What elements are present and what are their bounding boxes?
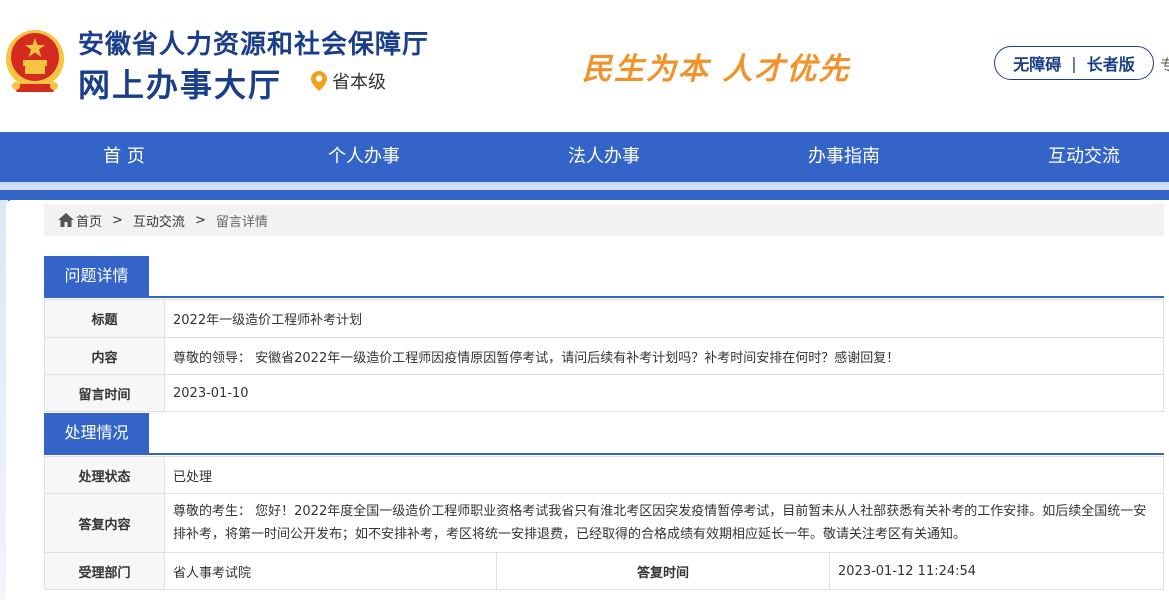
reply-content-label: 答复内容 xyxy=(44,493,165,553)
location-selector[interactable]: 省本级 xyxy=(310,68,386,94)
message-time-value: 2023-01-10 xyxy=(164,374,1164,412)
table-row: 内容 尊敬的领导： 安徽省2022年一级造价工程师因疫情原因暂停考试，请问后续有… xyxy=(44,337,1164,375)
nav-item-corporate[interactable]: 法人办事 xyxy=(542,132,666,182)
main-nav: 首 页 个人办事 法人办事 办事指南 互动交流 xyxy=(0,132,1169,182)
reply-content-value: 尊敬的考生： 您好！2022年度全国一级造价工程师职业资格考试我省只有淮北考区因… xyxy=(164,493,1164,553)
section-title-question: 问题详情 xyxy=(44,256,149,296)
status-label: 处理状态 xyxy=(44,456,165,494)
reply-time-label: 答复时间 xyxy=(496,552,830,590)
divider: | xyxy=(1071,53,1077,73)
department-label: 受理部门 xyxy=(44,552,165,590)
breadcrumb-home-link[interactable]: 首页 xyxy=(76,211,102,230)
breadcrumb-separator: > xyxy=(112,212,123,228)
home-icon xyxy=(58,213,74,227)
slogan: 民生为本 人才优先 xyxy=(582,52,851,87)
question-table: 标题 2022年一级造价工程师补考计划 内容 尊敬的领导： 安徽省2022年一级… xyxy=(44,299,1164,412)
national-emblem-icon xyxy=(6,30,64,92)
content-value: 尊敬的领导： 安徽省2022年一级造价工程师因疫情原因暂停考试，请问后续有补考计… xyxy=(164,337,1164,375)
truncated-glyph: 专 xyxy=(1160,56,1169,75)
nav-item-home[interactable]: 首 页 xyxy=(62,132,186,182)
reply-time-value: 2023-01-12 11:24:54 xyxy=(829,552,1164,590)
elder-mode-button[interactable]: 长者版 xyxy=(1087,51,1135,75)
title-value: 2022年一级造价工程师补考计划 xyxy=(164,299,1164,338)
breadcrumb-separator: > xyxy=(194,212,206,228)
message-time-label: 留言时间 xyxy=(44,374,165,412)
section-divider xyxy=(44,296,1164,298)
handling-table: 处理状态 已处理 答复内容 尊敬的考生： 您好！2022年度全国一级造价工程师职… xyxy=(44,456,1164,590)
site-subtitle: 网上办事大厅 xyxy=(78,66,283,104)
table-row: 留言时间 2023-01-10 xyxy=(44,374,1164,412)
location-label: 省本级 xyxy=(332,72,386,93)
content-label: 内容 xyxy=(44,337,165,375)
accessibility-button[interactable]: 无障碍 xyxy=(1013,51,1061,75)
table-row: 受理部门 省人事考试院 答复时间 2023-01-12 11:24:54 xyxy=(44,552,1164,590)
table-row: 处理状态 已处理 xyxy=(44,456,1164,494)
nav-item-guide[interactable]: 办事指南 xyxy=(782,132,906,182)
department-value: 省人事考试院 xyxy=(164,552,497,590)
nav-item-personal[interactable]: 个人办事 xyxy=(302,132,426,182)
section-divider xyxy=(44,453,1164,455)
breadcrumb-current: 留言详情 xyxy=(215,214,268,230)
table-row: 答复内容 尊敬的考生： 您好！2022年度全国一级造价工程师职业资格考试我省只有… xyxy=(44,493,1164,553)
site-title: 安徽省人力资源和社会保障厅 xyxy=(78,30,430,60)
accessibility-toggle-group: 无障碍 | 长者版 xyxy=(994,46,1154,80)
section-title-handling: 处理情况 xyxy=(44,413,149,453)
breadcrumb-interaction-link[interactable]: 互动交流 xyxy=(133,211,185,230)
title-label: 标题 xyxy=(44,299,165,338)
status-value: 已处理 xyxy=(164,456,1164,494)
table-row: 标题 2022年一级造价工程师补考计划 xyxy=(44,299,1164,338)
nav-item-interaction[interactable]: 互动交流 xyxy=(1022,132,1146,182)
location-pin-icon xyxy=(311,71,327,91)
breadcrumb: 首页 > 互动交流 > 留言详情 xyxy=(44,204,1164,236)
site-header: 安徽省人力资源和社会保障厅 网上办事大厅 省本级 民生为本 人才优先 无障碍 |… xyxy=(0,0,1169,132)
